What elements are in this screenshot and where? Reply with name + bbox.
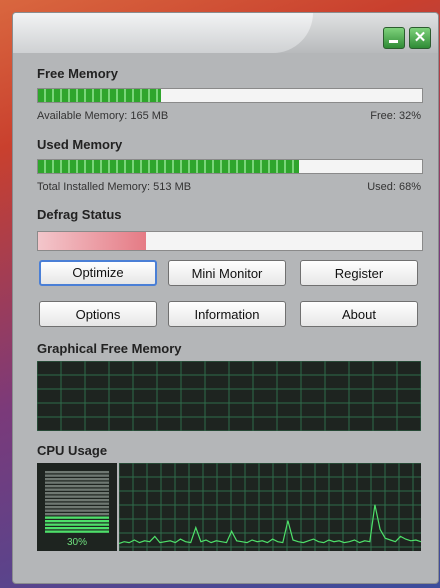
cpu-meter-segment <box>45 492 109 495</box>
cpu-meter: 30% <box>37 463 117 551</box>
defrag-status-bar <box>37 231 423 251</box>
cpu-meter-segment <box>45 495 109 498</box>
defrag-status-bar-fill <box>38 232 146 250</box>
used-memory-bar-fill <box>38 160 300 173</box>
cpu-meter-segment <box>45 516 109 519</box>
cpu-history-graph <box>119 463 421 551</box>
cpu-meter-segment <box>45 488 109 491</box>
cpu-meter-segment <box>45 509 109 512</box>
cpu-meter-segment <box>45 471 109 474</box>
title-tab <box>13 13 313 53</box>
register-button[interactable]: Register <box>300 260 418 286</box>
about-button[interactable]: About <box>300 301 418 327</box>
options-button[interactable]: Options <box>39 301 157 327</box>
cpu-meter-segment <box>45 481 109 484</box>
cpu-meter-segment <box>45 478 109 481</box>
title-bar[interactable]: ✕ <box>13 13 438 53</box>
cpu-meter-segment <box>45 474 109 477</box>
app-window: ✕ Free Memory Available Memory: 165 MB F… <box>12 12 439 584</box>
cpu-meter-segment <box>45 523 109 526</box>
installed-memory-text: Total Installed Memory: 513 MB <box>37 181 192 193</box>
cpu-percent-text: 30% <box>66 537 87 548</box>
minimize-icon[interactable] <box>383 27 405 49</box>
free-memory-graph-svg <box>37 361 421 431</box>
cpu-meter-segment <box>45 530 109 533</box>
available-memory-text: Available Memory: 165 MB <box>37 110 169 122</box>
cpu-meter-segment <box>45 485 109 488</box>
cpu-meter-segment <box>45 506 109 509</box>
cpu-meter-segment <box>45 520 109 523</box>
free-memory-label: Free Memory <box>37 66 118 81</box>
cpu-usage-line <box>119 504 421 545</box>
free-memory-graph <box>37 361 421 431</box>
cpu-meter-segment <box>45 502 109 505</box>
used-memory-bar <box>37 159 423 174</box>
information-button[interactable]: Information <box>168 301 286 327</box>
used-percent-text: Used: 68% <box>367 181 421 193</box>
used-memory-label: Used Memory <box>37 137 123 152</box>
cpu-meter-segment <box>45 499 109 502</box>
close-glyph: ✕ <box>413 29 427 46</box>
cpu-meter-segment <box>45 513 109 516</box>
cpu-usage-label: CPU Usage <box>37 443 108 458</box>
free-memory-bar <box>37 88 423 103</box>
close-icon[interactable]: ✕ <box>409 27 431 49</box>
cpu-meter-segment <box>45 527 109 530</box>
free-percent-text: Free: 32% <box>370 110 421 122</box>
optimize-button[interactable]: Optimize <box>39 260 157 286</box>
mini-monitor-button[interactable]: Mini Monitor <box>168 260 286 286</box>
cpu-history-graph-svg <box>119 463 421 551</box>
free-memory-bar-fill <box>38 89 161 102</box>
defrag-status-label: Defrag Status <box>37 207 122 222</box>
graph-free-memory-label: Graphical Free Memory <box>37 341 182 356</box>
